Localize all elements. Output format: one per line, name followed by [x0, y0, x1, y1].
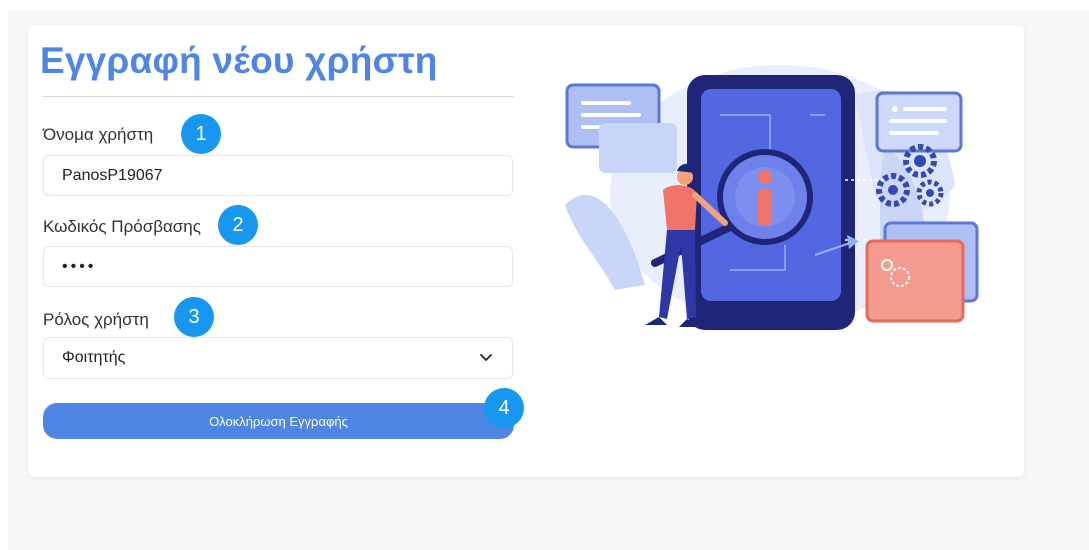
role-select[interactable]: Φοιτητής	[43, 337, 513, 379]
step-badge-4: 4	[484, 388, 524, 428]
password-label: Κωδικός Πρόσβασης	[43, 217, 201, 236]
username-input[interactable]: PanosP19067	[43, 155, 513, 196]
role-selected-value: Φοιτητής	[62, 349, 126, 366]
page-title: Εγγραφή νέου χρήστη	[40, 40, 438, 81]
chevron-down-icon	[478, 350, 494, 366]
title-divider	[43, 96, 514, 97]
step-badge-3: 3	[174, 297, 214, 337]
role-label: Ρόλος χρήστη	[43, 310, 149, 329]
username-label: Όνομα χρήστη	[43, 125, 154, 144]
username-value: PanosP19067	[62, 166, 163, 184]
step-badge-1: 1	[181, 114, 221, 154]
password-input[interactable]: ••••	[43, 246, 513, 287]
password-value: ••••	[62, 257, 97, 275]
complete-registration-button[interactable]: Ολοκλήρωση Εγγραφής	[43, 403, 514, 439]
info-magnifier-illustration	[555, 55, 985, 340]
step-badge-2: 2	[218, 205, 258, 245]
